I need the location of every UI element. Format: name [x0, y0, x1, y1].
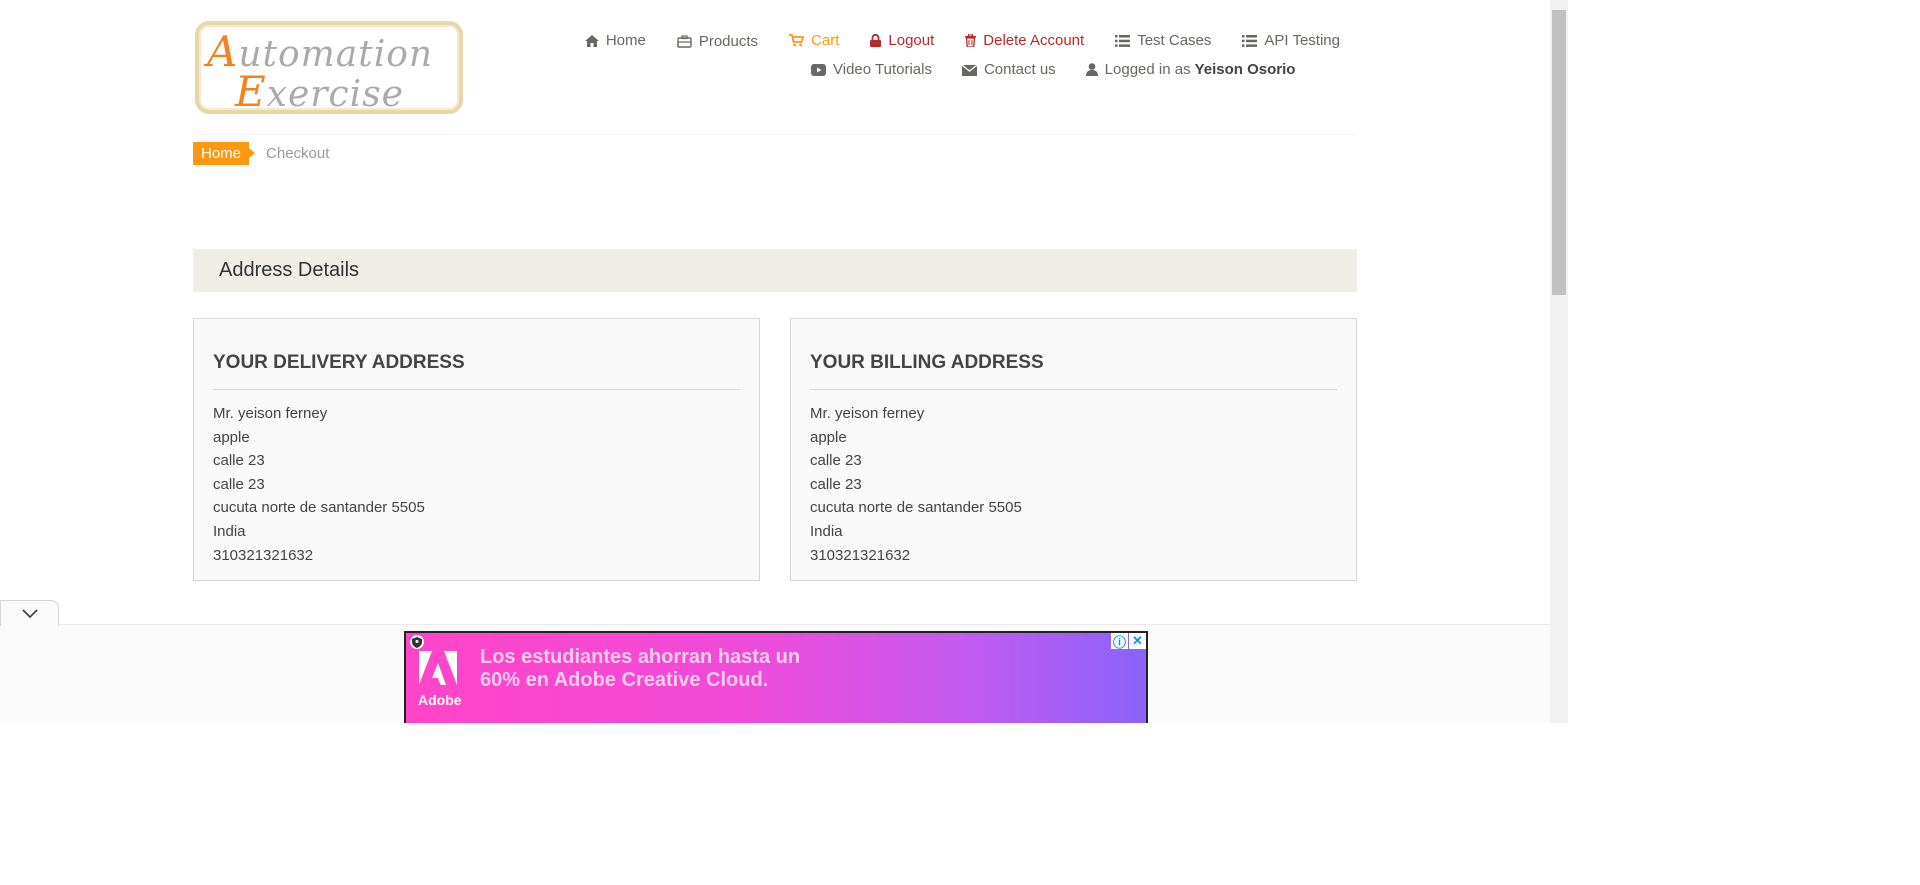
envelope-icon: [961, 63, 977, 76]
address-details-heading: Address Details: [193, 249, 1357, 292]
nav-api-testing[interactable]: API Testing: [1242, 32, 1340, 49]
billing-address-title: YOUR BILLING ADDRESS: [810, 352, 1337, 390]
nav-products[interactable]: Products: [677, 33, 758, 50]
nav-products-label: Products: [698, 33, 759, 50]
chevron-down-icon: [21, 608, 38, 618]
ad-copy-line1: Los estudiantes ahorran hasta un: [480, 646, 801, 668]
nav-video-tutorials-label: Video Tutorials: [833, 61, 932, 78]
address-name: Mr. yeison ferney: [213, 405, 328, 422]
scrollbar-thumb[interactable]: [1552, 10, 1566, 295]
breadcrumb: Home Checkout: [193, 142, 329, 165]
address-city-state-zip: cucuta norte de santander 5505: [213, 499, 425, 517]
logged-in-prefix: Logged in as: [1104, 61, 1191, 78]
site-logo[interactable]: Automation Exercise: [195, 21, 463, 116]
nav-logged-in-user[interactable]: Logged in as Yeison Osorio: [1085, 61, 1296, 78]
address-company: apple: [213, 428, 250, 446]
page-scrollbar[interactable]: [1550, 0, 1568, 723]
briefcase-icon: [677, 35, 692, 48]
nav-logout-label: Logout: [888, 32, 935, 49]
home-icon: [584, 34, 599, 47]
nav-logout[interactable]: Logout: [870, 32, 934, 49]
ad-banner[interactable]: Adobe Los estudiantes ahorran hasta un 6…: [404, 631, 1148, 723]
address-line1: calle 23: [213, 452, 265, 470]
nav-contact-us-label: Contact us: [983, 61, 1056, 78]
breadcrumb-home[interactable]: Home: [193, 142, 256, 165]
nav-home-label: Home: [605, 32, 646, 49]
user-icon: [1085, 63, 1098, 76]
delivery-address-lines: Mr. yeison ferney apple calle 23 calle 2…: [213, 404, 740, 569]
nav-cart[interactable]: Cart: [789, 32, 839, 49]
adobe-logo: Adobe: [418, 651, 462, 708]
address-line2: calle 23: [810, 475, 862, 493]
nav-contact-us[interactable]: Contact us: [961, 61, 1056, 78]
logged-in-username: Yeison Osorio: [1194, 61, 1296, 78]
logo-letter: E: [235, 67, 267, 116]
delivery-address-box: YOUR DELIVERY ADDRESS Mr. yeison ferney …: [193, 318, 760, 581]
logo-text-line2: xercise: [266, 74, 404, 115]
main-nav: Home Products Cart Logout Delete Account…: [554, 31, 1340, 50]
ad-privacy-icon[interactable]: [410, 635, 424, 649]
billing-address-box: YOUR BILLING ADDRESS Mr. yeison ferney a…: [790, 318, 1357, 581]
delivery-address-title: YOUR DELIVERY ADDRESS: [213, 352, 740, 390]
billing-address-lines: Mr. yeison ferney apple calle 23 calle 2…: [810, 404, 1337, 569]
address-country: India: [810, 522, 843, 540]
ad-controls: ⓘ ✕: [1110, 633, 1146, 650]
address-name: Mr. yeison ferney: [810, 405, 925, 422]
address-line2: calle 23: [213, 475, 265, 493]
logo-letter: A: [207, 27, 239, 76]
adobe-icon: [419, 651, 457, 685]
nav-test-cases-label: Test Cases: [1137, 32, 1212, 49]
address-line1: calle 23: [810, 452, 862, 470]
address-city-state-zip: cucuta norte de santander 5505: [810, 499, 1022, 517]
address-phone: 310321321632: [213, 546, 314, 564]
secondary-nav: Video Tutorials Contact us Logged in as Y…: [811, 61, 1325, 78]
nav-video-tutorials[interactable]: Video Tutorials: [811, 61, 932, 78]
address-country: India: [213, 522, 246, 540]
trash-icon: [965, 34, 977, 47]
list-icon: [1115, 34, 1131, 47]
shopping-cart-icon: [789, 34, 805, 47]
nav-api-testing-label: API Testing: [1264, 32, 1340, 49]
address-company: apple: [810, 428, 847, 446]
close-icon[interactable]: ✕: [1129, 633, 1146, 649]
breadcrumb-current: Checkout: [266, 145, 330, 162]
nav-test-cases[interactable]: Test Cases: [1115, 32, 1211, 49]
ad-copy-line2: 60% en Adobe Creative Cloud.: [480, 669, 769, 691]
list-icon: [1242, 34, 1258, 47]
nav-home[interactable]: Home: [584, 32, 646, 49]
nav-cart-label: Cart: [811, 32, 840, 49]
address-phone: 310321321632: [810, 546, 911, 564]
nav-delete-account[interactable]: Delete Account: [965, 32, 1084, 49]
ad-brand: Adobe: [418, 692, 462, 708]
ad-copy: Los estudiantes ahorran hasta un 60% en …: [480, 646, 800, 692]
youtube-play-icon: [811, 63, 826, 76]
info-icon[interactable]: ⓘ: [1111, 633, 1128, 650]
ad-collapse-button[interactable]: [0, 600, 59, 626]
lock-icon: [870, 34, 882, 47]
header-divider: [193, 134, 1357, 135]
nav-delete-account-label: Delete Account: [983, 32, 1085, 49]
